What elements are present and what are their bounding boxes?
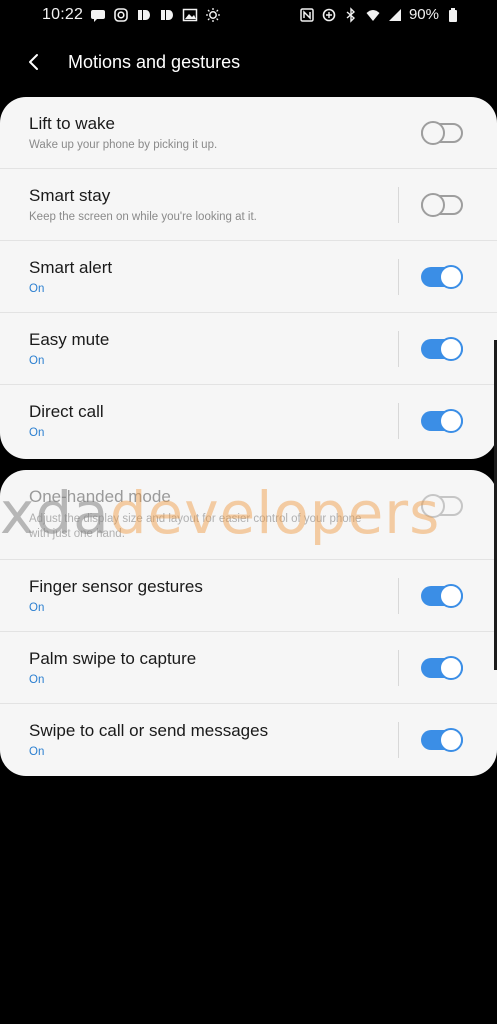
toggle-knob: [439, 656, 463, 680]
status-bar: 10:22 90%: [0, 0, 497, 32]
setting-row-easy-mute[interactable]: Easy mute On: [0, 313, 497, 385]
setting-status: On: [29, 427, 45, 439]
setting-title: Smart stay: [29, 186, 111, 205]
setting-row-smart-stay[interactable]: Smart stay Keep the screen on while you'…: [0, 169, 497, 241]
message-icon: [90, 7, 106, 23]
setting-row-palm-swipe[interactable]: Palm swipe to capture On: [0, 632, 497, 704]
setting-row-one-handed-mode[interactable]: One-handed mode Adjust the display size …: [0, 470, 497, 560]
setting-status: On: [29, 746, 45, 758]
status-time: 10:22: [42, 6, 84, 23]
setting-status: On: [29, 602, 45, 614]
back-button[interactable]: [20, 50, 48, 78]
smart-stay-toggle[interactable]: [421, 193, 463, 217]
row-divider: [398, 259, 399, 295]
bluetooth-icon: [343, 6, 359, 23]
setting-row-direct-call[interactable]: Direct call On: [0, 385, 497, 457]
setting-description: Adjust the display size and layout for e…: [29, 513, 362, 540]
app-bar: Motions and gestures: [0, 40, 497, 88]
page-title: Motions and gestures: [68, 52, 241, 72]
setting-title: Smart alert: [29, 258, 113, 277]
setting-title: Palm swipe to capture: [29, 649, 197, 668]
app-icon: [136, 7, 152, 23]
toggle-knob: [439, 265, 463, 289]
setting-row-swipe-to-call[interactable]: Swipe to call or send messages On: [0, 704, 497, 776]
setting-description: Keep the screen on while you're looking …: [29, 211, 257, 223]
toggle-knob: [439, 409, 463, 433]
settings-card-1: Lift to wake Wake up your phone by picki…: [0, 97, 497, 459]
easy-mute-toggle[interactable]: [421, 337, 463, 361]
toggle-knob: [439, 337, 463, 361]
swipe-to-call-toggle[interactable]: [421, 728, 463, 752]
setting-row-smart-alert[interactable]: Smart alert On: [0, 241, 497, 313]
setting-title: Lift to wake: [29, 114, 115, 133]
instagram-icon: [113, 7, 129, 23]
finger-sensor-gestures-toggle[interactable]: [421, 584, 463, 608]
row-divider: [398, 331, 399, 367]
setting-row-lift-to-wake[interactable]: Lift to wake Wake up your phone by picki…: [0, 97, 497, 169]
toggle-knob: [421, 121, 445, 145]
row-divider: [398, 650, 399, 686]
data-saver-icon: [321, 7, 337, 23]
setting-description: Wake up your phone by picking it up.: [29, 139, 218, 151]
lift-to-wake-toggle[interactable]: [421, 121, 463, 145]
toggle-knob: [421, 193, 445, 217]
row-divider: [398, 187, 399, 223]
image-icon: [182, 7, 198, 23]
toggle-knob: [439, 584, 463, 608]
setting-title: Easy mute: [29, 330, 110, 349]
setting-title: One-handed mode: [29, 487, 171, 506]
setting-row-finger-sensor-gestures[interactable]: Finger sensor gestures On: [0, 560, 497, 632]
one-handed-mode-toggle[interactable]: [421, 494, 463, 518]
status-left: 10:22: [42, 6, 221, 24]
battery-icon: [445, 7, 461, 23]
signal-icon: [387, 7, 403, 23]
smart-alert-toggle[interactable]: [421, 265, 463, 289]
row-divider: [398, 403, 399, 439]
setting-title: Swipe to call or send messages: [29, 721, 269, 740]
battery-percent: 90%: [408, 6, 439, 23]
setting-status: On: [29, 355, 45, 367]
wifi-icon: [365, 7, 381, 23]
direct-call-toggle[interactable]: [421, 409, 463, 433]
app-icon: [159, 7, 175, 23]
setting-title: Direct call: [29, 402, 104, 421]
toggle-knob: [439, 728, 463, 752]
setting-title: Finger sensor gestures: [29, 577, 203, 596]
settings-card-2: One-handed mode Adjust the display size …: [0, 470, 497, 776]
back-arrow-icon: [25, 53, 43, 76]
nfc-icon: [299, 7, 315, 23]
setting-status: On: [29, 283, 45, 295]
status-right: 90%: [299, 6, 461, 23]
palm-swipe-toggle[interactable]: [421, 656, 463, 680]
toggle-knob: [421, 494, 445, 518]
row-divider: [398, 722, 399, 758]
setting-status: On: [29, 674, 45, 686]
row-divider: [398, 578, 399, 614]
weather-icon: [205, 7, 221, 23]
